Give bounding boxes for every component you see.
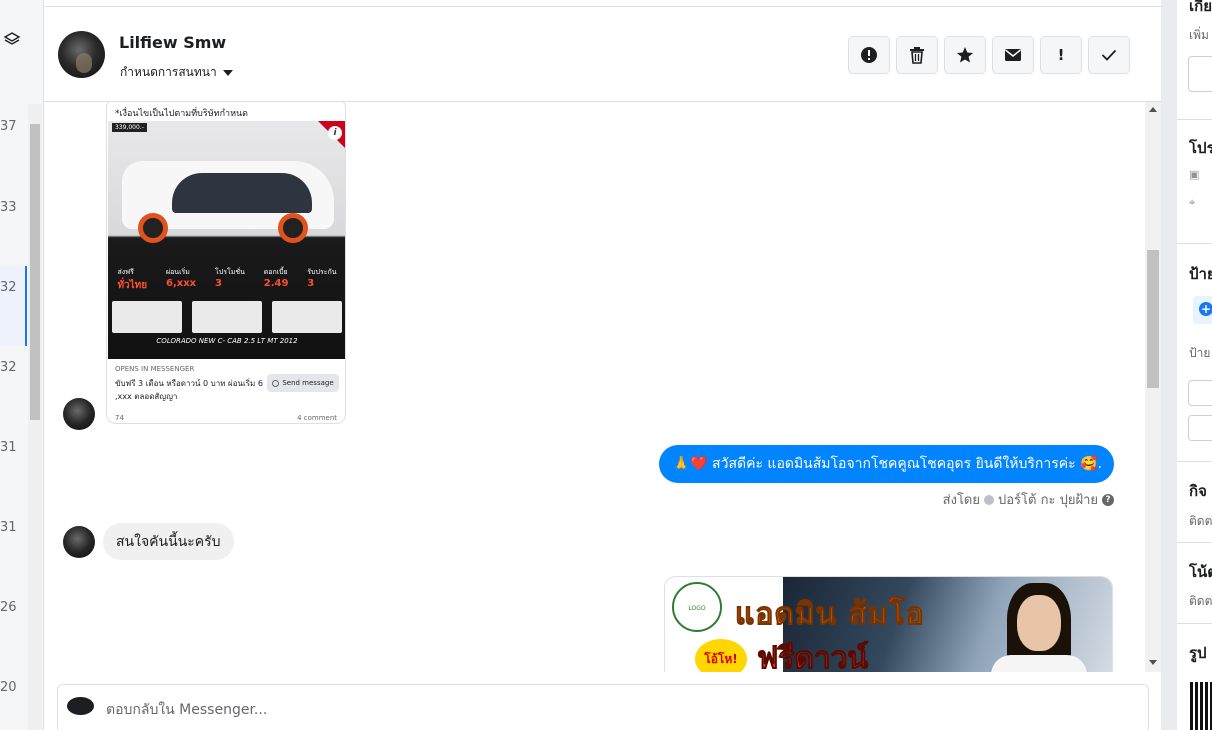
conversation-time: 32 — [0, 280, 17, 295]
panel-section — [1177, 0, 1212, 120]
star-button[interactable] — [944, 36, 986, 74]
layers-icon[interactable] — [3, 31, 21, 49]
conversation-time: 31 — [0, 440, 17, 455]
envelope-icon — [1005, 49, 1021, 61]
incoming-message-bubble[interactable]: สนใจคันนี้นะครับ — [103, 523, 234, 560]
contact-avatar[interactable] — [58, 31, 105, 78]
list-scrollbar-thumb[interactable] — [30, 124, 40, 420]
banner-person-shirt — [991, 655, 1087, 672]
ad-stats: ส่งฟรี ทั่วไทย ผ่อนเริ่ม 6,xxx โปรโมชั่น 3 … — [108, 267, 345, 295]
banner-subtitle: ฟรีดาวน์ — [756, 641, 869, 673]
alert-circle-icon — [861, 47, 877, 63]
mark-unread-button[interactable] — [992, 36, 1034, 74]
ad-thumbnails — [112, 301, 342, 333]
page-avatar — [67, 697, 94, 715]
contact-details-panel: เกี่ย เพิ่ม โปร ▣ ⌖ ป้าย ป้าย กิจ ติดต โ… — [1161, 0, 1212, 730]
contact-avatar-small — [63, 526, 95, 558]
ad-opens-in-label: OPENS IN MESSENGER — [115, 365, 195, 373]
ad-stat: ส่งฟรี ทั่วไทย — [117, 268, 148, 291]
help-icon[interactable]: ? — [1102, 493, 1114, 506]
photos-heading: รูป — [1189, 644, 1207, 662]
mark-spam-button[interactable] — [848, 36, 890, 74]
ad-send-message-button[interactable]: Send message — [267, 374, 339, 392]
banner-person-face — [1017, 595, 1061, 651]
checkmark-icon — [1101, 49, 1117, 61]
message-thread[interactable]: *เงื่อนไขเป็นไปตามที่บริษัทกำหนด 339,000… — [45, 102, 1145, 672]
scroll-down-arrow[interactable] — [1149, 660, 1157, 665]
panel-section — [1177, 120, 1212, 244]
selected-conversation-indicator — [25, 266, 27, 346]
conversation-header: Lilfiew Smw กำหนดการสนทนา ! — [45, 6, 1161, 102]
sent-by-name: ปอร์โต้ กะ ปุยฝ้าย — [998, 493, 1098, 508]
ad-model-name: COLORADO NEW C- CAB 2.5 LT MT 2012 — [156, 337, 298, 345]
thread-scrollbar[interactable] — [1145, 102, 1161, 672]
assign-label: กำหนดการสนทนา — [120, 65, 217, 79]
ad-stat: โปรโมชั่น 3 — [214, 268, 245, 289]
contact-name[interactable]: Lilfiew Smw — [119, 33, 226, 52]
ad-comment-count: 4 comment — [297, 414, 337, 422]
ad-reply-card[interactable]: *เงื่อนไขเป็นไปตามที่บริษัทกำหนด 339,000… — [106, 102, 346, 424]
selected-conversation-bg — [0, 266, 25, 346]
info-icon[interactable]: i — [328, 126, 342, 140]
banner-burst-badge: โอ้โห! — [695, 639, 747, 672]
qr-code-image[interactable] — [1190, 682, 1212, 730]
car-wheel — [278, 213, 308, 243]
messenger-icon — [272, 379, 280, 387]
car-wheel — [138, 213, 168, 243]
conversation-time: 33 — [0, 200, 17, 215]
star-icon — [957, 47, 973, 63]
delete-button[interactable] — [896, 36, 938, 74]
sent-check-icon — [984, 494, 994, 505]
outgoing-message-bubble[interactable]: 🙏❤️ สวัสดีค่ะ แอดมินส้มโอจากโชคคูณโชคอุด… — [658, 445, 1114, 483]
reply-composer[interactable]: ตอบกลับใน Messenger... — [57, 684, 1149, 730]
reply-input[interactable]: ตอบกลับใน Messenger... — [106, 699, 267, 721]
follow-up-button[interactable]: ! — [1040, 36, 1082, 74]
assign-conversation-dropdown[interactable]: กำหนดการสนทนา — [120, 63, 233, 82]
ad-stat: รับประกัน 3 — [307, 268, 337, 289]
ad-stat: ผ่อนเริ่ม 6,xxx — [166, 268, 197, 289]
caret-down-icon — [222, 69, 233, 76]
banner-title: แอดมิน ส้มโอ — [735, 597, 925, 633]
conversation-list-strip: 37 33 32 32 31 31 26 20 — [0, 0, 44, 730]
ad-car-image[interactable]: 339,000.- i ส่งฟรี ทั่วไทย ผ่อนเริ่ม 6,xxx… — [108, 121, 345, 359]
conversation-time: 20 — [0, 680, 17, 695]
conversation-time: 26 — [0, 600, 17, 615]
thread-scrollbar-thumb[interactable] — [1147, 250, 1159, 388]
send-message-label: Send message — [282, 379, 334, 387]
scroll-up-arrow[interactable] — [1149, 107, 1157, 112]
ad-reaction-count: 74 — [115, 414, 124, 422]
panel-section — [1177, 543, 1212, 624]
company-logo: LOGO — [672, 582, 722, 632]
panel-section — [1177, 462, 1212, 543]
mark-done-button[interactable] — [1088, 36, 1130, 74]
ad-price-tag: 339,000.- — [112, 123, 147, 132]
panel-divider — [1161, 0, 1177, 730]
conversation-time: 37 — [0, 119, 17, 134]
contact-avatar-small — [63, 398, 95, 430]
conversation-toolbar: ! — [848, 36, 1130, 74]
exclamation-icon: ! — [1057, 46, 1065, 64]
outgoing-image-banner[interactable]: LOGO แอดมิน ส้มโอ โอ้โห! ฟรีดาวน์ — [664, 576, 1113, 672]
car-windows — [172, 173, 312, 213]
inbox-window: 37 33 32 32 31 31 26 20 Lilfiew Smw กำหน… — [0, 0, 1212, 730]
sent-by-line: ส่งโดย ปอร์โต้ กะ ปุยฝ้าย ? — [943, 489, 1114, 510]
ad-body-text: ขับฟรี 3 เดือน หรือดาวน์ 0 บาท ผ่อนเริ่ม… — [115, 379, 263, 401]
trash-icon — [910, 47, 924, 64]
conversation-time: 32 — [0, 360, 17, 375]
panel-section — [1177, 244, 1212, 462]
ad-caption: *เงื่อนไขเป็นไปตามที่บริษัทกำหนด — [115, 109, 248, 119]
conversation-time: 31 — [0, 520, 17, 535]
sent-by-prefix: ส่งโดย — [942, 493, 980, 508]
ad-stat: ดอกเบี้ย 2.49 — [263, 268, 289, 289]
